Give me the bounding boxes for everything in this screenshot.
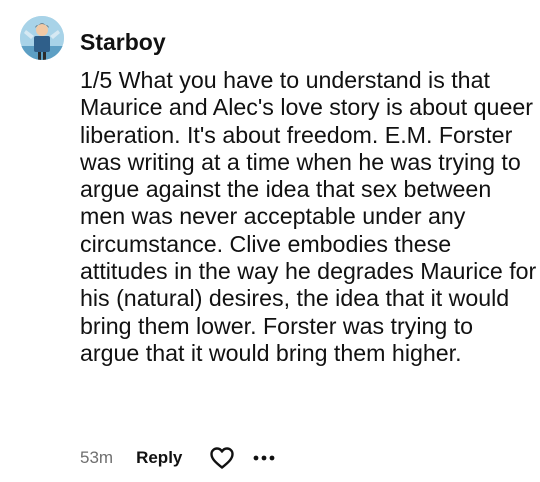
more-options-button[interactable] [250,444,278,472]
timestamp: 53m [80,448,114,467]
reply-button[interactable]: Reply [136,444,182,472]
avatar-image [20,16,64,60]
comment: Starboy 1/5 What you have to understand … [0,0,540,482]
comment-actions: 53m Reply [80,444,278,472]
ellipsis-icon [253,455,275,461]
username[interactable]: Starboy [80,28,166,56]
comment-body: 1/5 What you have to understand is that … [80,67,537,366]
heart-outline-icon [210,447,235,469]
like-button[interactable] [208,444,236,472]
avatar[interactable] [20,16,64,60]
